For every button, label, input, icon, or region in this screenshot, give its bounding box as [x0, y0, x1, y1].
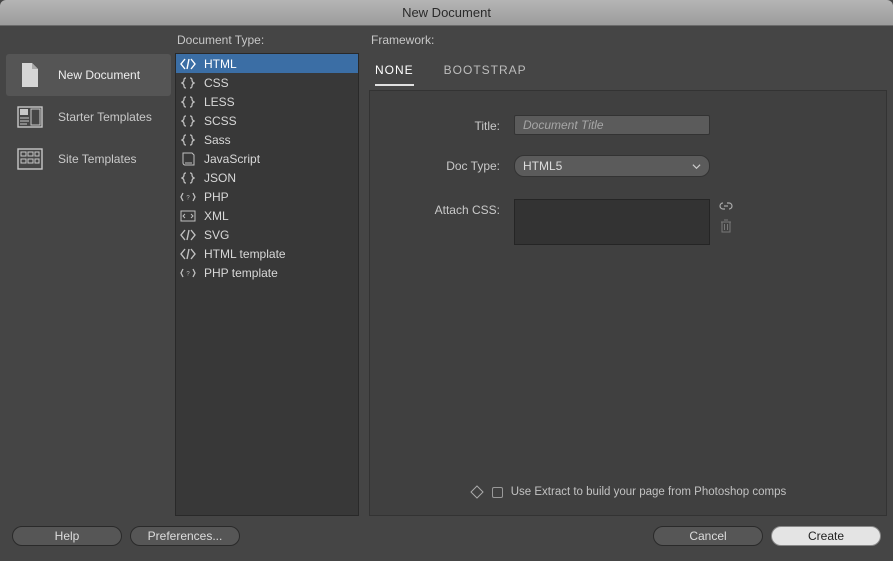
form-panel: Title: Doc Type: HTML5 Attach CSS: [369, 90, 887, 516]
doctype-item-label: PHP template [204, 266, 278, 280]
doctype-item-label: PHP [204, 190, 229, 204]
braces-icon [180, 171, 196, 185]
sidebar-item-starter-templates[interactable]: Starter Templates [6, 96, 171, 138]
extract-label: Use Extract to build your page from Phot… [511, 486, 787, 498]
link-icon[interactable] [718, 199, 734, 213]
doctype-item-php[interactable]: ? PHP [176, 187, 358, 206]
doctype-select-value: HTML5 [523, 159, 562, 173]
braces-icon [180, 95, 196, 109]
cancel-button[interactable]: Cancel [653, 526, 763, 546]
trash-icon[interactable] [718, 219, 734, 233]
php-icon: ? [180, 266, 196, 280]
code-icon [180, 228, 196, 242]
doctype-item-label: JavaScript [204, 152, 260, 166]
doctype-label: Doc Type: [384, 155, 514, 177]
code-icon [180, 247, 196, 261]
doctype-item-label: HTML template [204, 247, 286, 261]
extract-checkbox[interactable] [492, 487, 503, 498]
tab-bootstrap[interactable]: BOOTSTRAP [444, 59, 527, 86]
sidebar-item-label: Starter Templates [58, 110, 152, 124]
document-type-header: Document Type: [175, 30, 359, 53]
doctype-item-html[interactable]: HTML [176, 54, 358, 73]
footer: Help Preferences... Cancel Create [0, 516, 893, 556]
doctype-item-html-template[interactable]: HTML template [176, 244, 358, 263]
doctype-item-label: Sass [204, 133, 231, 147]
sidebar-item-site-templates[interactable]: Site Templates [6, 138, 171, 180]
new-document-icon [16, 62, 44, 88]
svg-text:?: ? [186, 271, 190, 277]
sidebar-item-label: Site Templates [58, 152, 137, 166]
braces-icon [180, 76, 196, 90]
doctype-item-scss[interactable]: SCSS [176, 111, 358, 130]
svg-text:?: ? [186, 195, 190, 201]
braces-icon [180, 133, 196, 147]
preferences-button[interactable]: Preferences... [130, 526, 240, 546]
window-title: New Document [0, 0, 893, 26]
extract-icon [470, 485, 484, 499]
doctype-item-label: SCSS [204, 114, 237, 128]
doctype-item-json[interactable]: JSON [176, 168, 358, 187]
attach-css-list[interactable] [514, 199, 710, 245]
xml-icon [180, 209, 196, 223]
doctype-item-label: SVG [204, 228, 229, 242]
tab-none[interactable]: NONE [375, 59, 414, 86]
create-button[interactable]: Create [771, 526, 881, 546]
doctype-item-javascript[interactable]: JavaScript [176, 149, 358, 168]
sidebar-item-new-document[interactable]: New Document [6, 54, 171, 96]
framework-header: Framework: [369, 30, 887, 53]
doctype-item-label: LESS [204, 95, 235, 109]
doctype-item-php-template[interactable]: ? PHP template [176, 263, 358, 282]
php-icon: ? [180, 190, 196, 204]
starter-templates-icon [16, 104, 44, 130]
help-button[interactable]: Help [12, 526, 122, 546]
braces-icon [180, 114, 196, 128]
doctype-item-less[interactable]: LESS [176, 92, 358, 111]
doctype-item-sass[interactable]: Sass [176, 130, 358, 149]
title-label: Title: [384, 115, 514, 137]
script-icon [180, 152, 196, 166]
sidebar-item-label: New Document [58, 68, 140, 82]
attach-css-label: Attach CSS: [384, 199, 514, 221]
doctype-select[interactable]: HTML5 [514, 155, 710, 177]
sidebar: New Document Starter Templates Site Temp… [6, 30, 171, 516]
doctype-item-label: XML [204, 209, 229, 223]
document-type-list[interactable]: HTML CSS LESS SCSS Sass JavaScript JSON? PHP XML… [175, 53, 359, 516]
doctype-item-label: HTML [204, 57, 237, 71]
title-input[interactable] [514, 115, 710, 135]
framework-tabs: NONE BOOTSTRAP [369, 53, 887, 86]
doctype-item-css[interactable]: CSS [176, 73, 358, 92]
code-icon [180, 57, 196, 71]
doctype-item-label: JSON [204, 171, 236, 185]
extract-bar: Use Extract to build your page from Phot… [370, 485, 886, 499]
doctype-item-svg[interactable]: SVG [176, 225, 358, 244]
doctype-item-label: CSS [204, 76, 229, 90]
site-templates-icon [16, 146, 44, 172]
doctype-item-xml[interactable]: XML [176, 206, 358, 225]
chevron-down-icon [692, 162, 701, 171]
